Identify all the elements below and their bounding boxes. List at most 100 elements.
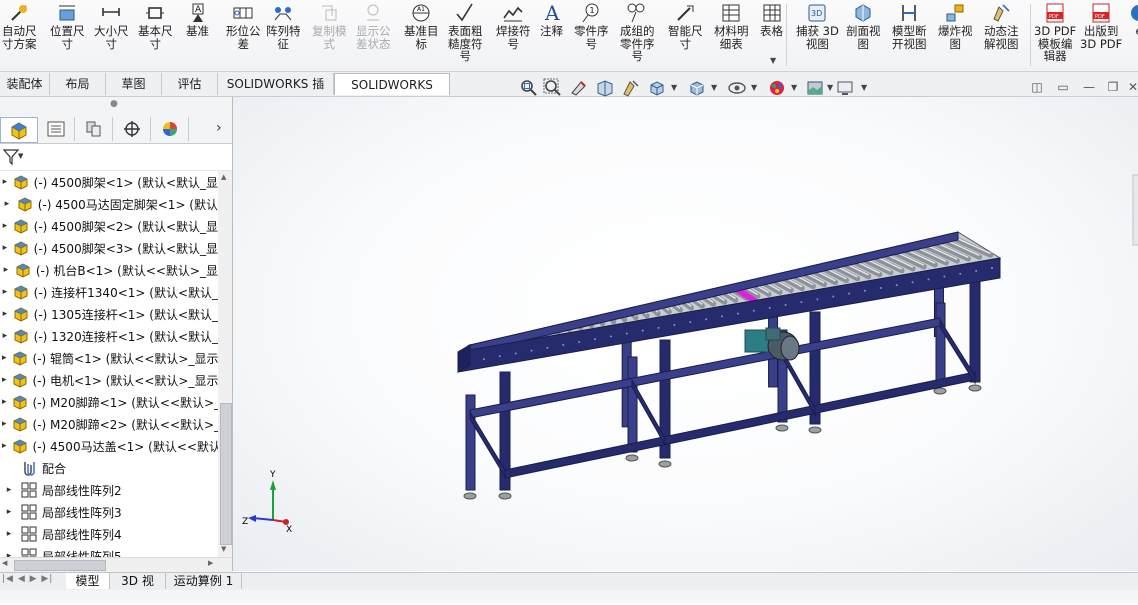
ribbon-button-weld-symbol[interactable]: 焊接符 号 xyxy=(496,2,531,68)
ribbon-button-datum[interactable]: A基准 xyxy=(186,2,209,68)
tree-item-component[interactable]: ▸(-) M20脚蹄<1> (默认<<默认>_ xyxy=(0,391,218,413)
tree-item-component[interactable]: ▸(-) 辊筒<1> (默认<<默认>_显示 xyxy=(0,347,218,369)
tab-2[interactable]: 草图 xyxy=(106,73,162,95)
ribbon-button-publish-3d-pdf[interactable]: PDF出版到 3D PDF xyxy=(1080,2,1122,68)
tree-item-component[interactable]: ▸(-) 4500脚架<3> (默认<默认_显 xyxy=(0,237,218,259)
bottom-tab-1[interactable]: 3D 视图 xyxy=(110,573,166,589)
chevron-down-icon[interactable]: ▼ xyxy=(770,56,776,65)
expand-arrow-icon[interactable]: ▸ xyxy=(2,375,7,385)
chevron-down-icon[interactable]: ▼ xyxy=(751,83,757,92)
splitter-handle-icon[interactable]: ● xyxy=(110,99,118,109)
view-settings-icon[interactable] xyxy=(835,78,855,98)
ribbon-button-copy-scheme[interactable]: 复制模 式 xyxy=(312,2,347,68)
tree-item-pattern[interactable]: ▸局部线性阵列3 xyxy=(0,501,218,523)
close-icon[interactable]: ✕ xyxy=(1126,80,1138,94)
chevron-down-icon[interactable]: ▼ xyxy=(711,83,717,92)
chevron-right-icon[interactable]: › xyxy=(216,120,222,136)
zoom-to-fit-icon[interactable] xyxy=(519,78,539,98)
chevron-down-icon[interactable]: ▼ xyxy=(18,152,23,160)
chevron-down-icon[interactable]: ▼ xyxy=(671,83,677,92)
expand-arrow-icon[interactable]: ▸ xyxy=(2,243,8,253)
ribbon-button-model-break-view[interactable]: 模型断 开视图 xyxy=(892,2,927,68)
tile-icon[interactable]: ▭ xyxy=(1056,80,1070,94)
tree-vertical-scrollbar[interactable]: ▲ ▼ xyxy=(218,171,232,557)
tab-5[interactable]: SOLIDWORKS MBD xyxy=(334,73,450,95)
tree-item-component[interactable]: ▸(-) 电机<1> (默认<<默认>_显示 xyxy=(0,369,218,391)
expand-arrow-icon[interactable]: ▸ xyxy=(2,529,16,539)
dynamic-annotation-hud-icon[interactable] xyxy=(621,78,641,98)
ribbon-button-stacked-balloon[interactable]: 成组的 零件序 号 xyxy=(620,2,655,68)
ribbon-button-bom[interactable]: 材料明 细表 xyxy=(714,2,749,68)
expand-arrow-icon[interactable]: ▸ xyxy=(2,287,8,297)
scroll-left-icon[interactable]: ◀ xyxy=(2,559,7,567)
tab-0[interactable]: 装配体 xyxy=(0,73,50,95)
expand-arrow-icon[interactable]: ▸ xyxy=(2,331,8,341)
minimize-icon[interactable]: — xyxy=(1082,80,1096,94)
zoom-to-area-icon[interactable] xyxy=(543,78,563,98)
ribbon-button-show-tolerance-status[interactable]: 显示公 差状态 xyxy=(356,2,391,68)
ribbon-button-3d-pdf-template[interactable]: PDF3D PDF 模板编 辑器 xyxy=(1034,2,1076,68)
ribbon-button-exploded-view[interactable]: 爆炸视 图 xyxy=(938,2,973,68)
expand-arrow-icon[interactable]: ▸ xyxy=(2,441,7,451)
ribbon-button-basic-dimension[interactable]: 基本尺 寸 xyxy=(138,2,173,68)
tree-filter[interactable]: ▼ xyxy=(0,144,232,171)
expand-arrow-icon[interactable]: ▸ xyxy=(2,265,10,275)
section-view-hud-icon[interactable] xyxy=(595,78,615,98)
maximize-icon[interactable]: ❐ xyxy=(1106,80,1120,94)
ribbon-button-surface-finish[interactable]: 表面粗 糙度符 号 xyxy=(448,2,483,68)
chevron-down-icon[interactable]: ▼ xyxy=(791,83,797,92)
expand-arrow-icon[interactable]: ▸ xyxy=(2,507,16,517)
ribbon-button-capture-3d-view[interactable]: 3D捕获 3D 视图 xyxy=(796,2,839,68)
tree-item-component[interactable]: ▸(-) 4500马达固定脚架<1> (默认 xyxy=(0,193,218,215)
expand-arrow-icon[interactable]: ▸ xyxy=(2,419,7,429)
scroll-up-icon[interactable]: ▲ xyxy=(221,173,226,181)
tree-item-component[interactable]: ▸(-) 1320连接杆<1> (默认<默认_ xyxy=(0,325,218,347)
expand-arrow-icon[interactable]: ▸ xyxy=(2,221,8,231)
tab-4[interactable]: SOLIDWORKS 插件 xyxy=(218,73,334,95)
ribbon-button-balloon[interactable]: 1零件序 号 xyxy=(574,2,609,68)
panel-splitter[interactable]: ● xyxy=(0,97,232,116)
ribbon-button-size-dimension[interactable]: 大小尺 寸 xyxy=(94,2,129,68)
expand-arrow-icon[interactable]: ▸ xyxy=(2,397,7,407)
expand-arrow-icon[interactable]: ▸ xyxy=(2,309,8,319)
ribbon-button-location-dimension[interactable]: 位置尺 寸 xyxy=(50,2,85,68)
graphics-area[interactable]: Y Z X xyxy=(233,97,1138,571)
tree-item-pattern[interactable]: ▸局部线性阵列5 xyxy=(0,545,218,557)
ribbon-button-pattern-feature[interactable]: 阵列特 征 xyxy=(266,2,301,68)
chevron-down-icon[interactable]: ▼ xyxy=(827,83,833,92)
tab-3[interactable]: 评估 xyxy=(162,73,218,95)
tree-item-pattern[interactable]: ▸局部线性阵列2 xyxy=(0,479,218,501)
tree-item-component[interactable]: ▸(-) 连接杆1340<1> (默认<默认_ xyxy=(0,281,218,303)
tree-item-component[interactable]: ▸(-) M20脚蹄<2> (默认<<默认>_ xyxy=(0,413,218,435)
expand-arrow-icon[interactable]: ▸ xyxy=(2,177,8,187)
expand-arrow-icon[interactable]: ▸ xyxy=(2,199,12,209)
scroll-right-icon[interactable]: ▶ xyxy=(208,559,213,567)
scrollbar-thumb[interactable] xyxy=(14,560,106,571)
view-orientation-icon[interactable] xyxy=(647,78,667,98)
ribbon-button-smart-dimension[interactable]: 智能尺 寸 xyxy=(668,2,703,68)
tree-item-component[interactable]: ▸(-) 4500脚架<2> (默认<默认_显 xyxy=(0,215,218,237)
ribbon-button-note[interactable]: A注释 xyxy=(540,2,563,68)
ribbon-button-auto-dimension[interactable]: 自动尺 寸方案 xyxy=(2,2,37,68)
chevron-down-icon[interactable]: ▼ xyxy=(861,83,867,92)
ribbon-button-edrawings[interactable]: e xyxy=(1128,2,1138,68)
tab-1[interactable]: 布局 xyxy=(50,73,106,95)
conveyor-assembly-model[interactable]: Y Z X xyxy=(233,97,1138,571)
apply-scene-icon[interactable] xyxy=(805,78,825,98)
tree-item-component[interactable]: ▸(-) 4500脚架<1> (默认<默认_显 xyxy=(0,171,218,193)
tree-item-mates[interactable]: 配合 xyxy=(0,457,218,479)
tree-item-component[interactable]: ▸(-) 4500马达盖<1> (默认<<默认 xyxy=(0,435,218,457)
tab-display-manager[interactable] xyxy=(152,117,189,141)
hide-show-items-icon[interactable] xyxy=(727,78,747,98)
ribbon-button-datum-target[interactable]: A1基准目 标 xyxy=(404,2,439,68)
restore-pane-icon[interactable]: ◫ xyxy=(1030,80,1044,94)
tab-dimxpert[interactable] xyxy=(114,117,151,141)
tree-horizontal-scrollbar[interactable]: ◀ ▶ xyxy=(0,557,232,572)
ribbon-button-geometric-tolerance[interactable]: 形位公 差 xyxy=(226,2,261,68)
bottom-tab-2[interactable]: 运动算例 1 xyxy=(166,573,242,589)
tree-item-component[interactable]: ▸(-) 1305连接杆<1> (默认<默认_ xyxy=(0,303,218,325)
previous-view-icon[interactable] xyxy=(569,78,589,98)
scrollbar-thumb[interactable] xyxy=(220,403,232,545)
expand-arrow-icon[interactable]: ▸ xyxy=(2,485,16,495)
tab-configurationmanager[interactable] xyxy=(76,117,113,141)
